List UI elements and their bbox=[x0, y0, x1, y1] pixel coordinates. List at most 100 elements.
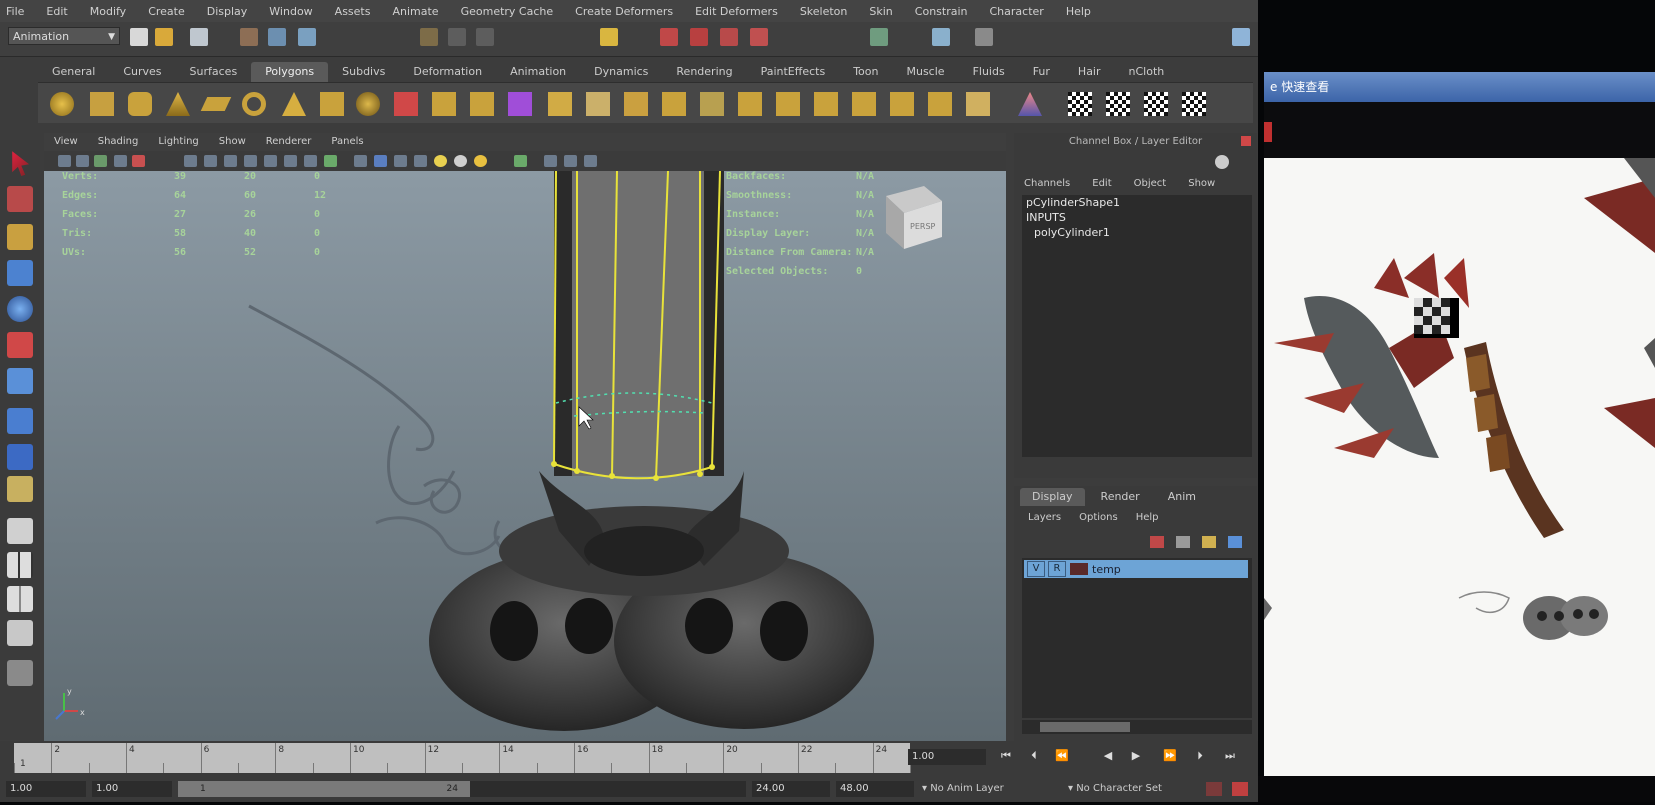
channel-box-toggle-icon[interactable] bbox=[1232, 28, 1250, 46]
menu-display[interactable]: Display bbox=[207, 5, 248, 18]
playback-end-field[interactable]: 24.00 bbox=[752, 781, 830, 797]
anim-layer-dropdown[interactable]: ▾ No Anim Layer bbox=[922, 781, 1004, 797]
mirror-icon[interactable] bbox=[928, 92, 952, 116]
select-hierarchy-icon[interactable] bbox=[240, 28, 258, 46]
single-pane-layout-icon[interactable] bbox=[7, 518, 33, 544]
shelf-tab-muscle[interactable]: Muscle bbox=[892, 62, 958, 82]
shelf-tab-fluids[interactable]: Fluids bbox=[959, 62, 1019, 82]
shelf-tab-rendering[interactable]: Rendering bbox=[662, 62, 746, 82]
lighting-selected-icon[interactable] bbox=[474, 155, 487, 167]
image-plane-icon[interactable] bbox=[94, 155, 107, 167]
open-scene-icon[interactable] bbox=[155, 28, 173, 46]
view-cube[interactable] bbox=[886, 186, 942, 249]
shelf-tab-hair[interactable]: Hair bbox=[1064, 62, 1115, 82]
insert-edge-loop-icon[interactable] bbox=[700, 92, 724, 116]
textured-icon[interactable] bbox=[284, 155, 297, 167]
move-layer-up-icon[interactable] bbox=[1202, 536, 1216, 548]
paint-select-icon[interactable] bbox=[7, 224, 33, 250]
select-camera-icon[interactable] bbox=[564, 155, 577, 167]
layer-name[interactable]: temp bbox=[1092, 563, 1121, 576]
animation-start-field[interactable]: 1.00 bbox=[6, 781, 86, 797]
shelf-tab-animation[interactable]: Animation bbox=[496, 62, 580, 82]
shelf-tab-dynamics[interactable]: Dynamics bbox=[580, 62, 662, 82]
channel-menu-object[interactable]: Object bbox=[1134, 175, 1167, 193]
step-back-key-icon[interactable]: ⏪ bbox=[1052, 747, 1072, 765]
poly-pyramid-icon[interactable] bbox=[282, 92, 306, 116]
extrude-icon[interactable] bbox=[548, 92, 572, 116]
bridge-icon[interactable] bbox=[586, 92, 610, 116]
xray-icon[interactable] bbox=[374, 155, 387, 167]
high-quality-icon[interactable] bbox=[414, 155, 427, 167]
outliner-layout-icon[interactable] bbox=[7, 620, 33, 646]
menu-create[interactable]: Create bbox=[148, 5, 185, 18]
smooth-proxy-icon[interactable] bbox=[508, 92, 532, 116]
scale-tool-icon[interactable] bbox=[7, 332, 33, 358]
viewport-menu-view[interactable]: View bbox=[54, 133, 78, 151]
use-all-lights-icon[interactable] bbox=[304, 155, 317, 167]
snap-curve-icon[interactable] bbox=[448, 28, 466, 46]
history-icon[interactable] bbox=[600, 28, 618, 46]
shelf-tab-general[interactable]: General bbox=[38, 62, 109, 82]
lasso-tool-icon[interactable] bbox=[7, 186, 33, 212]
hypershade-icon[interactable] bbox=[750, 28, 768, 46]
range-slider-thumb[interactable]: 1 24 bbox=[178, 781, 470, 797]
layer-menu-options[interactable]: Options bbox=[1079, 510, 1118, 526]
menu-edit-deformers[interactable]: Edit Deformers bbox=[695, 5, 778, 18]
split-polygon-icon[interactable] bbox=[662, 92, 686, 116]
poly-prism-icon[interactable] bbox=[320, 92, 344, 116]
wireframe-on-shaded-icon[interactable] bbox=[264, 155, 277, 167]
poly-sphere-icon[interactable] bbox=[50, 92, 74, 116]
bevel-icon[interactable] bbox=[776, 92, 800, 116]
layer-tab-display[interactable]: Display bbox=[1020, 488, 1085, 506]
go-to-start-icon[interactable]: ⏮ bbox=[996, 747, 1016, 765]
layer-menu-layers[interactable]: Layers bbox=[1028, 510, 1061, 526]
snap-point-icon[interactable] bbox=[476, 28, 494, 46]
last-tool-icon[interactable] bbox=[7, 476, 33, 502]
move-tool-icon[interactable] bbox=[7, 260, 33, 286]
shelf-tab-subdivs[interactable]: Subdivs bbox=[328, 62, 399, 82]
select-component-icon[interactable] bbox=[298, 28, 316, 46]
smooth-shade-icon[interactable] bbox=[244, 155, 257, 167]
layer-hscrollbar[interactable] bbox=[1022, 720, 1252, 734]
play-backward-icon[interactable]: ◀ bbox=[1098, 747, 1118, 765]
menu-create-deformers[interactable]: Create Deformers bbox=[575, 5, 673, 18]
sculpt-icon[interactable] bbox=[1018, 92, 1042, 116]
mode-selector[interactable]: Animation ▼ bbox=[8, 27, 120, 45]
menu-constrain[interactable]: Constrain bbox=[915, 5, 968, 18]
viewport-menu-show[interactable]: Show bbox=[219, 133, 246, 151]
show-hide-panel-icon[interactable] bbox=[870, 28, 888, 46]
channel-box-mode-icon[interactable] bbox=[1215, 155, 1229, 169]
auto-key-icon[interactable] bbox=[1206, 782, 1222, 796]
shelf-tab-toon[interactable]: Toon bbox=[839, 62, 892, 82]
wireframe-icon[interactable] bbox=[224, 155, 237, 167]
poly-torus-icon[interactable] bbox=[242, 92, 266, 116]
step-back-frame-icon[interactable]: ⏴ bbox=[1024, 747, 1044, 765]
time-slider[interactable]: 1 2 4 6 8 10 12 14 16 18 20 22 24 1.00 ⏮ ⏴ ⏪ ◀ ▶ ⏩ … bbox=[0, 741, 1258, 777]
viewport-menu-renderer[interactable]: Renderer bbox=[266, 133, 312, 151]
poly-plane-icon[interactable] bbox=[200, 97, 232, 111]
menu-skin[interactable]: Skin bbox=[869, 5, 892, 18]
channel-menu-edit[interactable]: Edit bbox=[1092, 175, 1111, 193]
select-object-icon[interactable] bbox=[268, 28, 286, 46]
uv-cylindrical-icon[interactable] bbox=[1106, 92, 1130, 116]
move-layer-down-icon[interactable] bbox=[1228, 536, 1242, 548]
frame-all-icon[interactable] bbox=[544, 155, 557, 167]
snap-grid-icon[interactable] bbox=[420, 28, 438, 46]
poly-cylinder[interactable] bbox=[551, 171, 724, 481]
menu-geometry-cache[interactable]: Geometry Cache bbox=[461, 5, 554, 18]
shelf-tab-ncloth[interactable]: nCloth bbox=[1115, 62, 1179, 82]
attribute-editor-icon[interactable] bbox=[932, 28, 950, 46]
menu-modify[interactable]: Modify bbox=[90, 5, 126, 18]
layer-hscroll-thumb[interactable] bbox=[1040, 722, 1130, 732]
uv-automatic-icon[interactable] bbox=[1182, 92, 1206, 116]
viewport-scene[interactable]: PERSP x y Verts: 39 20 0 Edges: 64 60 12 Faces: 2… bbox=[44, 171, 1006, 741]
menu-animate[interactable]: Animate bbox=[392, 5, 438, 18]
viewport-menu-shading[interactable]: Shading bbox=[98, 133, 139, 151]
layer-render-toggle[interactable]: R bbox=[1048, 561, 1066, 577]
safe-action-icon[interactable] bbox=[204, 155, 217, 167]
poly-cone-icon[interactable] bbox=[166, 92, 190, 116]
offset-edge-loop-icon[interactable] bbox=[738, 92, 762, 116]
layer-visibility-toggle[interactable]: V bbox=[1027, 561, 1045, 577]
layer-tab-render[interactable]: Render bbox=[1089, 488, 1152, 506]
shelf-tab-deformation[interactable]: Deformation bbox=[399, 62, 496, 82]
